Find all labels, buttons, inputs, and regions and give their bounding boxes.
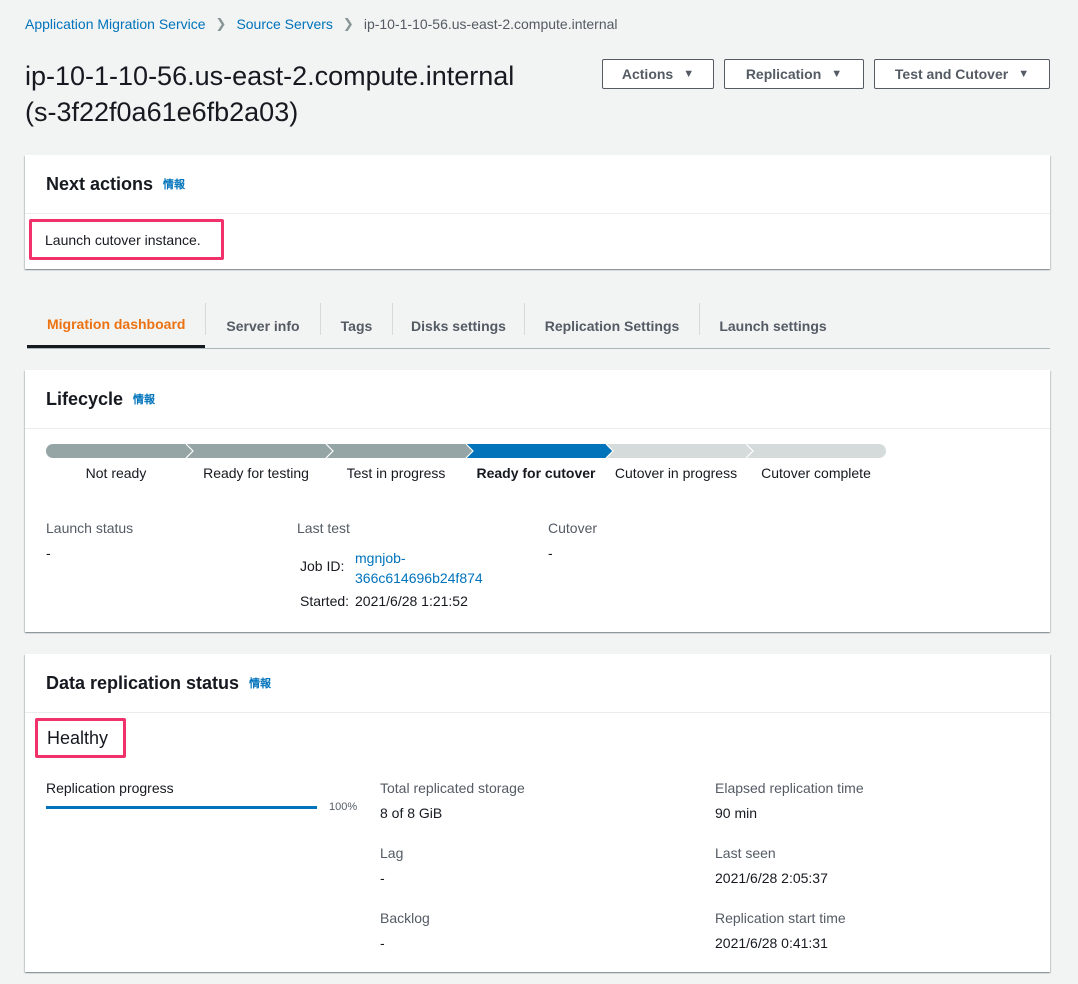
tab-label: Tags: [340, 317, 373, 334]
lifecycle-panel: Lifecycle 情報: [25, 370, 1050, 632]
caret-down-icon: ▼: [683, 68, 695, 80]
data-replication-header: Data replication status 情報: [25, 654, 1050, 713]
data-replication-title: Data replication status: [46, 672, 240, 693]
replication-progress-percent: 100%: [329, 801, 358, 813]
tab-tags[interactable]: Tags: [321, 303, 392, 348]
launch-status-label: Launch status: [46, 520, 134, 536]
replication-start-time-label: Replication start time: [715, 910, 846, 926]
lifecycle-title: Lifecycle: [46, 388, 124, 409]
started-label: Started:: [300, 593, 350, 609]
breadcrumb: Application Migration Service ❯ Source S…: [25, 14, 618, 34]
lifecycle-step-cutover-complete: Cutover complete: [761, 465, 871, 481]
actions-button-label: Actions: [621, 66, 674, 82]
next-action-message: Launch cutover instance.: [45, 231, 201, 248]
lifecycle-info-link[interactable]: 情報: [133, 391, 155, 407]
next-actions-title: Next actions: [46, 173, 154, 194]
replication-progress-bar: [46, 806, 317, 809]
lifecycle-step-bar-cutover-complete: [746, 444, 886, 458]
breadcrumb-link-source-servers[interactable]: Source Servers: [236, 16, 332, 32]
lifecycle-progress-bar: [46, 444, 886, 458]
job-id-link[interactable]: mgnjob- 366c614696b24f874: [355, 548, 483, 588]
backlog-value: -: [380, 935, 385, 951]
tab-label: Migration dashboard: [47, 316, 186, 332]
replication-button-label: Replication: [745, 66, 822, 82]
lag-label: Lag: [380, 845, 404, 861]
last-seen-value: 2021/6/28 2:05:37: [715, 870, 828, 886]
cutover-value: -: [548, 545, 553, 561]
lifecycle-step-bar-ready-for-cutover: [466, 444, 613, 458]
tab-disks-settings[interactable]: Disks settings: [393, 303, 524, 348]
lifecycle-step-ready-for-testing: Ready for testing: [203, 465, 309, 481]
chevron-right-icon: ❯: [215, 16, 227, 31]
tab-migration-dashboard[interactable]: Migration dashboard: [27, 303, 205, 348]
backlog-label: Backlog: [380, 910, 430, 926]
replication-status-highlight: Healthy: [35, 718, 126, 758]
lifecycle-step-bar-ready-for-testing: [186, 444, 333, 458]
tab-list: Migration dashboard Server info Tags Dis…: [27, 303, 1050, 349]
caret-down-icon: ▼: [831, 68, 843, 80]
breadcrumb-link-application-migration-service[interactable]: Application Migration Service: [25, 16, 206, 32]
total-replicated-storage-label: Total replicated storage: [380, 780, 525, 796]
test-and-cutover-button-label: Test and Cutover: [894, 66, 1009, 82]
replication-progress-fill: [46, 806, 317, 809]
lag-value: -: [380, 870, 385, 886]
lifecycle-step-not-ready: Not ready: [85, 465, 147, 481]
lifecycle-step-test-in-progress: Test in progress: [346, 465, 446, 481]
lifecycle-step-bar-cutover-in-progress: [606, 444, 753, 458]
tab-label: Disks settings: [411, 317, 506, 334]
tab-server-info[interactable]: Server info: [206, 303, 320, 348]
cutover-label: Cutover: [548, 520, 598, 536]
test-and-cutover-button[interactable]: Test and Cutover ▼: [874, 59, 1050, 89]
breadcrumb-current: ip-10-1-10-56.us-east-2.compute.internal: [363, 16, 618, 32]
replication-status: Healthy: [47, 727, 109, 748]
caret-down-icon: ▼: [1018, 68, 1030, 80]
next-actions-info-link[interactable]: 情報: [163, 176, 185, 192]
replication-start-time-value: 2021/6/28 0:41:31: [715, 935, 828, 951]
tab-label: Replication Settings: [544, 317, 680, 334]
elapsed-replication-time-label: Elapsed replication time: [715, 780, 864, 796]
lifecycle-header: Lifecycle 情報: [25, 370, 1050, 429]
tab-label: Launch settings: [719, 317, 827, 334]
launch-status-value: -: [46, 545, 51, 561]
last-test-label: Last test: [297, 520, 350, 536]
last-seen-label: Last seen: [715, 845, 776, 861]
next-action-highlight: Launch cutover instance.: [29, 219, 224, 260]
page-title-hostname: ip-10-1-10-56.us-east-2.compute.internal: [25, 61, 515, 91]
data-replication-info-link[interactable]: 情報: [249, 675, 271, 691]
page-title: ip-10-1-10-56.us-east-2.compute.internal…: [25, 58, 585, 130]
lifecycle-step-bar-test-in-progress: [326, 444, 473, 458]
job-id-link-line1: mgnjob-: [355, 550, 406, 566]
next-actions-header: Next actions 情報: [25, 155, 1050, 214]
data-replication-panel: Data replication status 情報: [25, 654, 1050, 972]
lifecycle-step-bar-not-ready: [46, 444, 193, 458]
job-id-label: Job ID:: [300, 558, 345, 574]
started-value: 2021/6/28 1:21:52: [355, 593, 468, 609]
chevron-right-icon: ❯: [342, 16, 354, 31]
actions-button[interactable]: Actions ▼: [602, 59, 714, 89]
replication-progress-label: Replication progress: [46, 780, 174, 796]
elapsed-replication-time-value: 90 min: [715, 805, 758, 821]
tab-replication-settings[interactable]: Replication Settings: [525, 303, 699, 348]
tab-launch-settings[interactable]: Launch settings: [700, 303, 846, 348]
lifecycle-step-ready-for-cutover: Ready for cutover: [476, 465, 596, 481]
page-title-server-id: (s-3f22f0a61e6fb2a03): [25, 97, 299, 127]
tab-label: Server info: [226, 317, 300, 334]
replication-button[interactable]: Replication ▼: [724, 59, 864, 89]
lifecycle-step-cutover-in-progress: Cutover in progress: [614, 465, 738, 481]
total-replicated-storage-value: 8 of 8 GiB: [380, 805, 443, 821]
job-id-link-line2: 366c614696b24f874: [355, 570, 483, 586]
